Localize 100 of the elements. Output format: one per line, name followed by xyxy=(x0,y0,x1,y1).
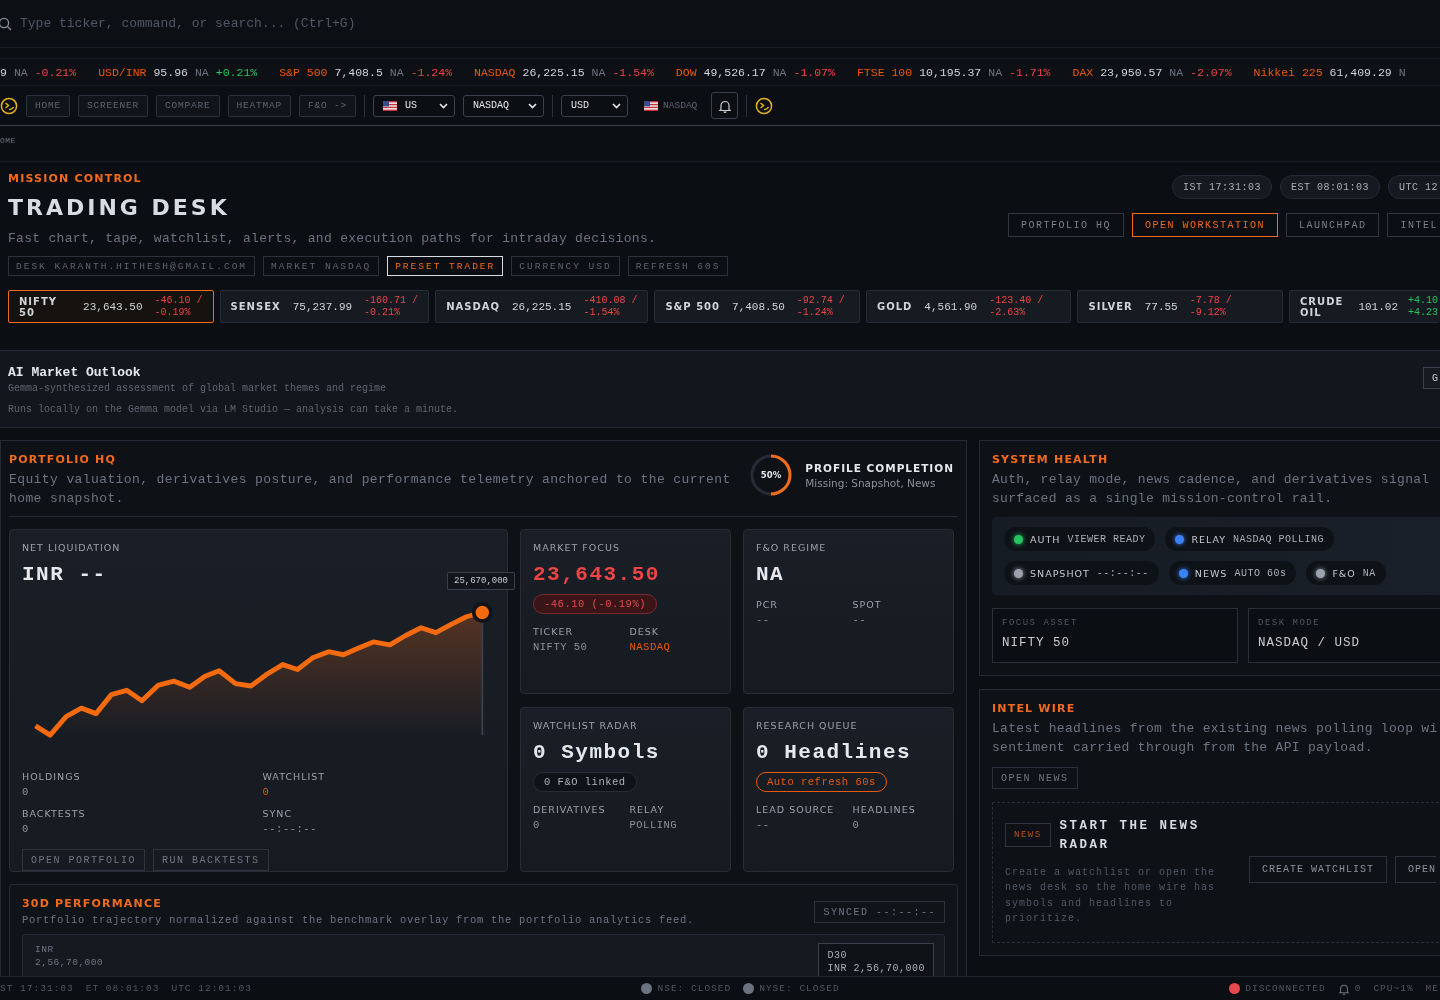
bell-icon xyxy=(717,98,732,113)
workspace-link[interactable]: LAUNCHPAD xyxy=(1285,213,1380,237)
ticker-price: 26,225.15 xyxy=(522,65,585,79)
ticker-symbol: USD/INR xyxy=(98,65,147,79)
index-price: 77.55 xyxy=(1144,300,1178,313)
outlook-note: Runs locally on the Gemma model via LM Studio — analysis can take a minute. xyxy=(8,404,459,415)
index-percent: -2.63% xyxy=(989,306,1027,319)
index-name: SILVER xyxy=(1088,301,1133,312)
stat-value: -- xyxy=(756,819,771,831)
context-chip: CURRENCY USD xyxy=(511,256,620,276)
card-label: WATCHLIST RADAR xyxy=(533,720,639,732)
open-news-button[interactable]: OPEN NEWS xyxy=(992,767,1078,789)
status-clock: UTC 12:01:03 xyxy=(171,983,252,994)
nav-button[interactable]: F&O -> xyxy=(299,94,357,117)
workspace-link[interactable]: OPEN WORKSTATION xyxy=(1131,213,1278,237)
workspace-link[interactable]: INTEL xyxy=(1387,213,1440,237)
nav-button[interactable]: HOME xyxy=(26,94,70,117)
index-name: GOLD xyxy=(876,301,913,312)
index-name: CRUDE OIL xyxy=(1300,295,1345,318)
nav-button[interactable]: COMPARE xyxy=(156,94,220,117)
ticker-source: NA xyxy=(591,65,606,79)
index-change: -7.78 / xyxy=(1189,294,1232,307)
card-label: F&O REGIME xyxy=(756,542,828,554)
empty-state-title: START THE NEWS RADAR xyxy=(1059,818,1200,854)
action-button[interactable]: CREATE WATCHLIST xyxy=(1249,856,1388,883)
period-value: INR 2,56,70,000 xyxy=(827,962,925,975)
index-card[interactable]: SILVER 77.55 -7.78 / -9.12% xyxy=(1077,290,1283,323)
index-change: -410.08 / xyxy=(583,294,638,307)
stat-label: SPOT xyxy=(852,599,883,610)
index-percent: -0.19% xyxy=(154,306,192,319)
clock-pill: IST 17:31:03 xyxy=(1171,175,1272,199)
section-eyebrow: 30D PERFORMANCE xyxy=(22,897,163,911)
page-title: TRADING DESK xyxy=(8,194,231,222)
index-card[interactable]: SENSEX 75,237.99 -160.71 / -0.21% xyxy=(219,290,430,323)
flag-icon xyxy=(644,100,659,111)
index-percent: -9.12% xyxy=(1189,306,1227,319)
status-clock: ET 08:01:03 xyxy=(85,983,160,994)
index-percent: -1.24% xyxy=(796,306,834,319)
index-price: 26,225.15 xyxy=(512,300,572,313)
status-pill: -46.10 (-0.19%) xyxy=(533,594,657,614)
index-percent: -1.54% xyxy=(583,306,621,319)
stat-label: TICKER xyxy=(533,626,575,637)
ticker-change: -1.71% xyxy=(1009,65,1051,79)
health-value: --:--:-- xyxy=(1096,567,1149,579)
context-chip: PRESET TRADER xyxy=(387,256,504,276)
search-icon xyxy=(0,16,12,31)
index-card[interactable]: NASDAQ 26,225.15 -410.08 / -1.54% xyxy=(435,290,649,323)
clock-pill: EST 08:01:03 xyxy=(1279,175,1380,199)
logo-icon[interactable] xyxy=(0,96,18,115)
nav-button[interactable]: HEATMAP xyxy=(227,94,292,117)
notifications-button[interactable] xyxy=(711,92,739,119)
market-status: NSE: CLOSED xyxy=(657,983,732,994)
action-button[interactable]: OPEN xyxy=(1395,856,1437,883)
card-label: MARKET FOCUS xyxy=(533,542,621,554)
page-subtitle: Fast chart, tape, watchlist, alerts, and execution paths for intraday decisions. xyxy=(8,230,658,247)
ticker-symbol: Nikkei 225 xyxy=(1253,65,1323,79)
currency-select[interactable]: USD xyxy=(561,94,629,117)
stat-label: BACKTESTS xyxy=(22,808,87,819)
index-card[interactable]: GOLD 4,561.90 -123.40 / -2.63% xyxy=(865,290,1072,323)
index-price: 101.02 xyxy=(1358,300,1398,313)
stat-label: WATCHLIST xyxy=(262,771,327,782)
stat-label: HOLDINGS xyxy=(22,771,82,782)
section-eyebrow: INTEL WIRE xyxy=(992,702,1077,716)
index-card[interactable]: S&P 500 7,408.50 -92.74 / -1.24% xyxy=(654,290,860,323)
ticker-source: NA xyxy=(988,65,1003,79)
region-select[interactable]: US xyxy=(373,94,456,117)
index-name: NASDAQ xyxy=(446,301,500,312)
ticker-price: 10,195.37 xyxy=(919,65,982,79)
caret-icon xyxy=(528,102,538,109)
ticker-symbol: DAX xyxy=(1072,65,1094,79)
section-description: Equity valuation, derivatives posture, and performance telemetry anchored to the current home snapshot. xyxy=(9,471,731,508)
field-value: NIFTY 50 xyxy=(1002,636,1071,650)
card-value: INR -- xyxy=(22,563,107,587)
exchange-select[interactable]: NASDAQ xyxy=(463,94,545,117)
ticker-price: 49,526.17 xyxy=(703,65,766,79)
stat-value: 0 xyxy=(533,819,541,831)
index-change: -92.74 / xyxy=(796,294,845,307)
health-value: AUTO 60s xyxy=(1234,567,1287,579)
index-percent: +4.23 xyxy=(1408,306,1438,319)
card-value: NA xyxy=(756,563,785,587)
profile-missing: Missing: Snapshot, News xyxy=(805,476,937,489)
generate-button[interactable]: G xyxy=(1423,367,1440,389)
empty-state-text: Create a watchlist or open the news desk so the home wire has symbols and headlines to prioritize. xyxy=(1005,866,1216,926)
axis-value: 2,56,70,000 xyxy=(35,956,104,969)
section-description: Latest headlines from the existing news polling loop wi sentiment carried through from the API payload. xyxy=(992,720,1439,757)
logo-icon[interactable] xyxy=(755,96,774,115)
stat-value: 0 xyxy=(852,819,861,831)
index-card[interactable]: NIFTY 50 23,643.50 -46.10 / -0.19% xyxy=(8,290,214,323)
search-field[interactable]: Type ticker, command, or search... (Ctrl+G) xyxy=(20,16,720,31)
stat-value: 0 xyxy=(22,823,30,835)
section-eyebrow: SYSTEM HEALTH xyxy=(992,453,1110,467)
stat-label: LEAD SOURCE xyxy=(756,804,836,815)
stat-value: -- xyxy=(756,614,771,626)
health-label: SNAPSHOT xyxy=(1030,567,1090,579)
action-button[interactable]: OPEN PORTFOLIO xyxy=(22,849,145,871)
action-button[interactable]: RUN BACKTESTS xyxy=(153,849,269,871)
stat-value: -- xyxy=(852,614,868,626)
index-change: -160.71 / xyxy=(364,294,419,307)
workspace-link[interactable]: PORTFOLIO HQ xyxy=(1007,213,1124,237)
nav-button[interactable]: SCREENER xyxy=(78,94,149,117)
